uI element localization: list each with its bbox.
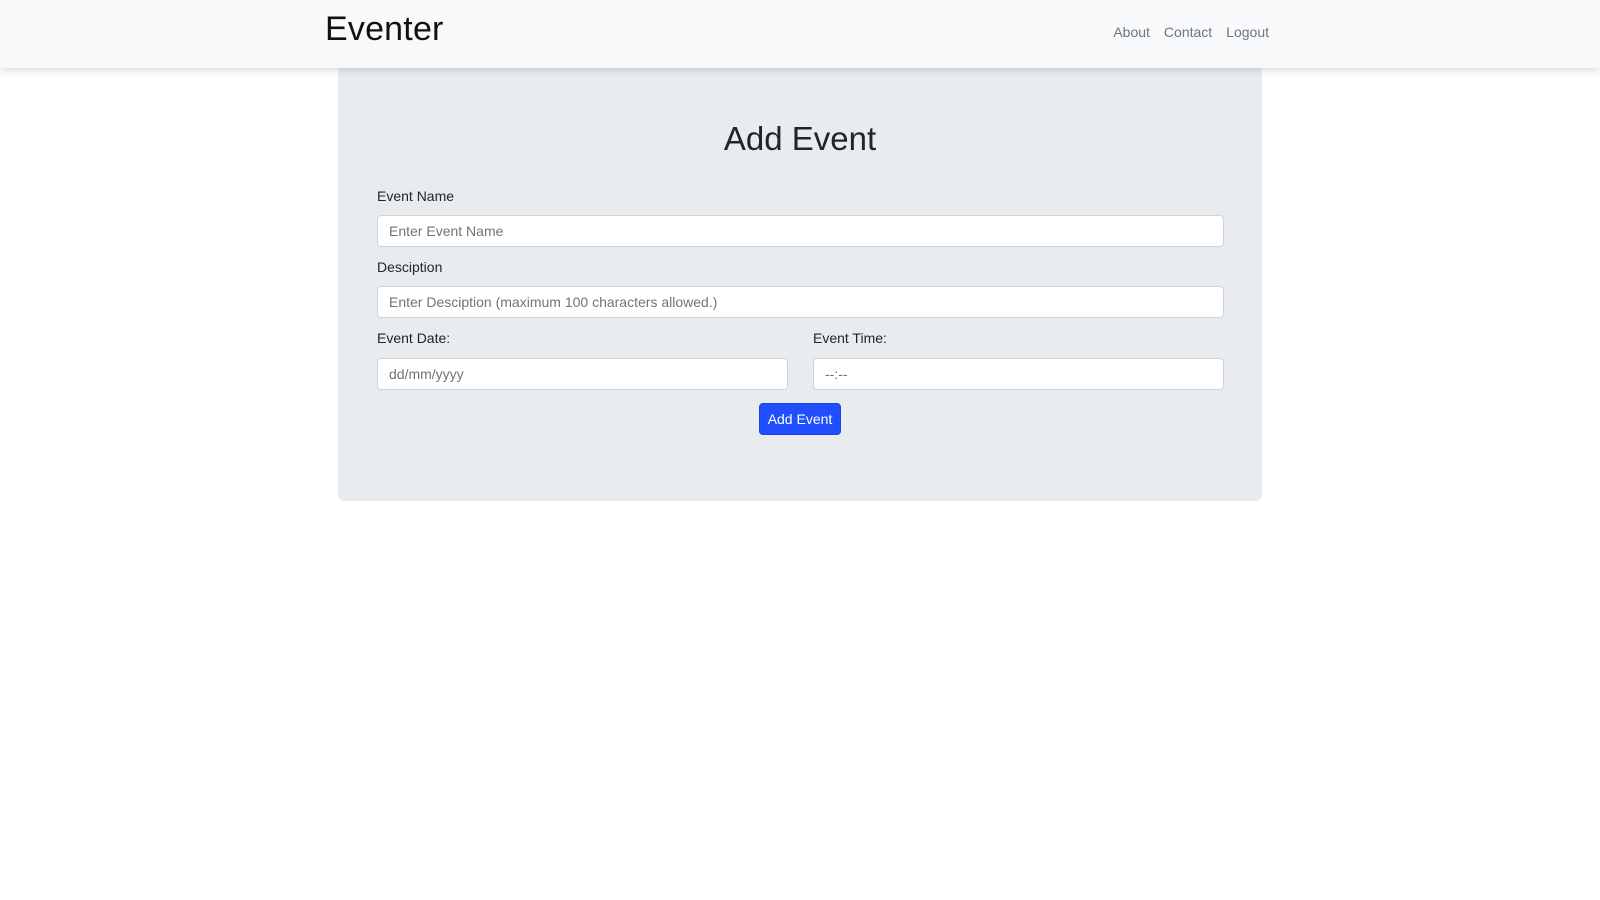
event-name-input[interactable] — [377, 215, 1224, 247]
page-title: Add Event — [723, 120, 877, 157]
add-event-form-card: Add Event Event Name Desciption Event Da… — [338, 68, 1262, 501]
nav-link-contact[interactable]: Contact — [1164, 24, 1212, 40]
add-event-button[interactable]: Add Event — [759, 403, 841, 435]
description-input[interactable] — [377, 286, 1224, 318]
description-label: Desciption — [377, 259, 443, 275]
event-name-label: Event Name — [377, 188, 455, 204]
event-date-input[interactable] — [377, 358, 788, 390]
event-date-label: Event Date: — [377, 330, 451, 346]
event-time-label: Event Time: — [813, 330, 887, 346]
event-time-input[interactable] — [813, 358, 1224, 390]
navbar: Eventer About Contact Logout — [0, 0, 1600, 68]
nav-link-about[interactable]: About — [1113, 24, 1150, 40]
nav-link-logout[interactable]: Logout — [1226, 24, 1269, 40]
brand-logo-link[interactable]: Eventer — [325, 10, 444, 49]
nav-links: About Contact Logout — [1113, 24, 1269, 40]
